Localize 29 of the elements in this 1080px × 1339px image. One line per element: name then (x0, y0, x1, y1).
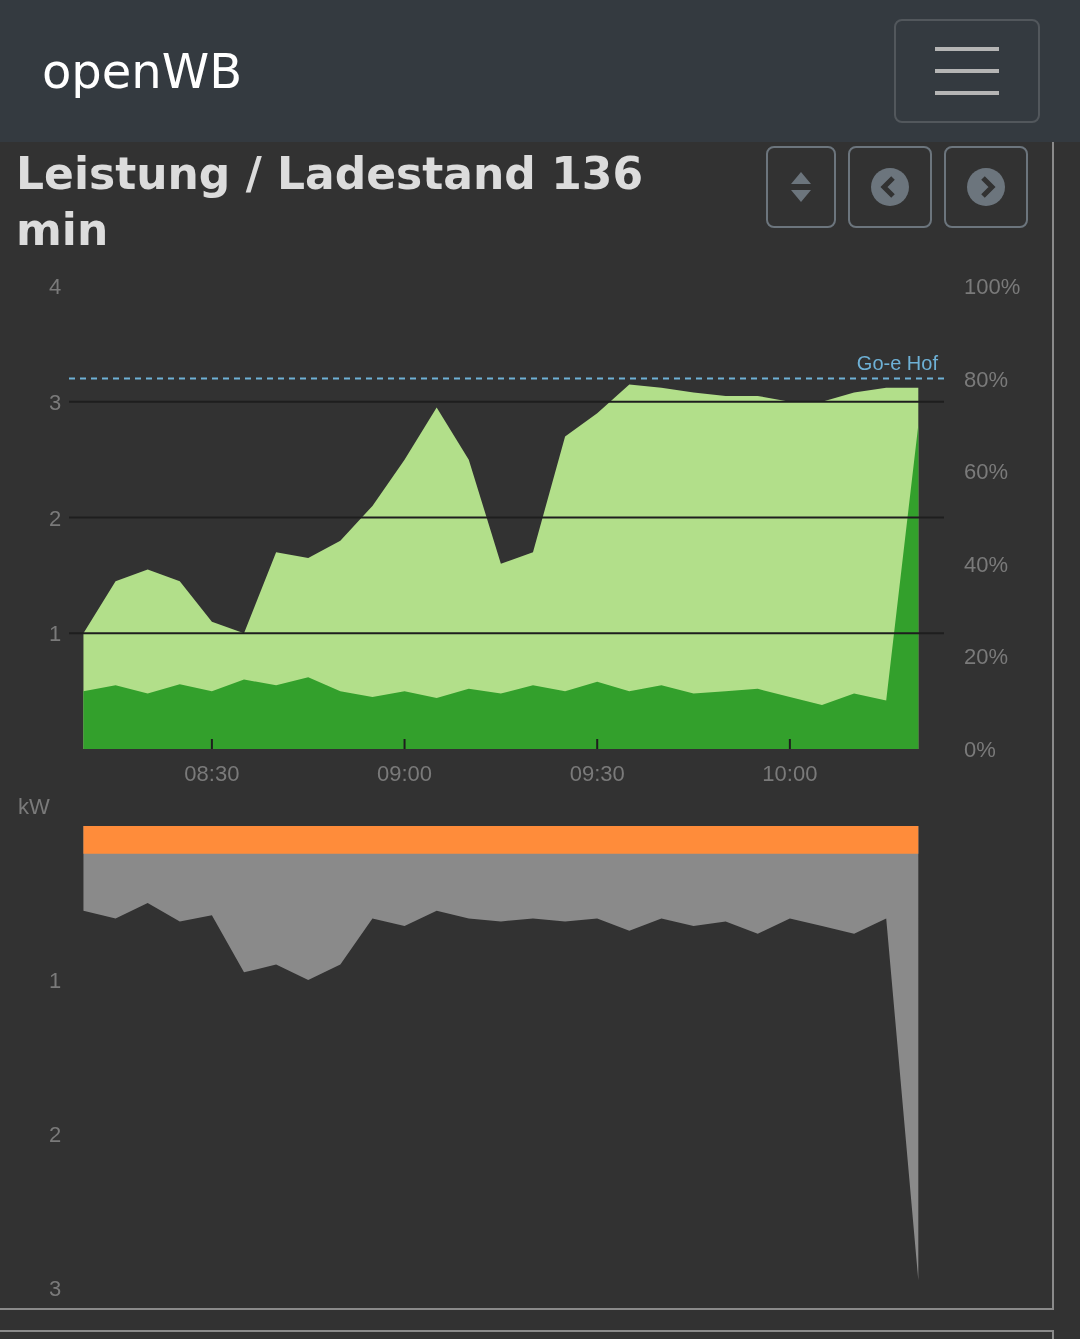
axis-tick-label: 40% (964, 551, 1009, 577)
axis-tick-label: 20% (964, 644, 1009, 670)
sort-icon (790, 171, 812, 203)
chevron-right-icon (967, 168, 1005, 206)
axis-tick-label: 3 (48, 389, 62, 415)
axis-tick-label: 60% (964, 459, 1009, 485)
axis-tick-label: 1 (48, 968, 62, 993)
card-title: Leistung / Ladestand 136 min (16, 147, 644, 257)
menu-icon (935, 47, 999, 95)
brand-name[interactable]: openWB (42, 43, 243, 99)
axis-tick-label: 09:30 (569, 761, 625, 786)
previous-button[interactable] (848, 146, 932, 228)
axis-tick-label: 1 (48, 621, 62, 647)
menu-button[interactable] (894, 19, 1040, 123)
chevron-left-icon (871, 168, 909, 206)
axis-tick-label: 3 (48, 1276, 62, 1301)
axis-tick-label: 80% (964, 366, 1009, 392)
axis-tick-label: 2 (48, 505, 62, 531)
axis-tick-label: 08:30 (184, 761, 240, 786)
sort-button[interactable] (766, 146, 836, 228)
axis-tick-label: 2 (48, 1122, 62, 1147)
axis-tick-label: 4 (48, 274, 62, 299)
next-button[interactable] (944, 146, 1028, 228)
axis-tick-label: 0% (964, 737, 996, 762)
axis-tick-label: 10:00 (762, 761, 818, 786)
target-label: Go-e Hof (856, 351, 938, 374)
axis-tick-label: 09:00 (377, 761, 433, 786)
axis-title: kW (18, 794, 50, 819)
axis-tick-label: 100% (964, 274, 1021, 299)
